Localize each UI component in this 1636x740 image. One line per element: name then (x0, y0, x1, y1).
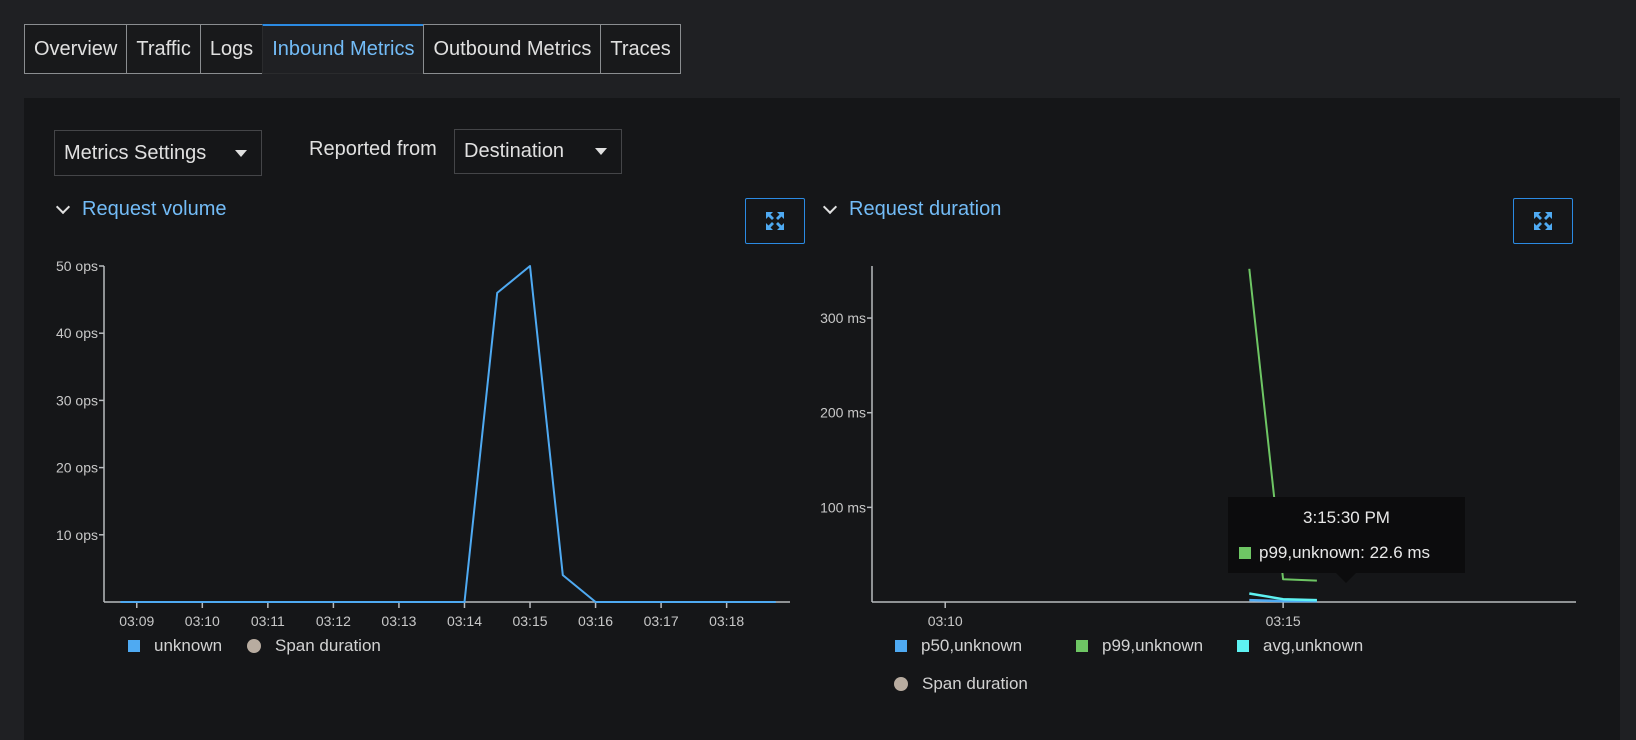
tab-traffic[interactable]: Traffic (126, 24, 201, 74)
legend-square-marker (1237, 640, 1249, 652)
reported-from-select[interactable]: Destination (454, 129, 622, 174)
tooltip-row: p99,unknown: 22.6 ms (1239, 543, 1430, 563)
tooltip-value: p99,unknown: 22.6 ms (1259, 543, 1431, 562)
request-duration-toggle[interactable]: Request duration (822, 198, 1002, 221)
tab-inbound-metrics[interactable]: Inbound Metrics (262, 24, 425, 74)
legend-item-span-duration[interactable]: Span duration (247, 636, 381, 656)
tooltip-time: 3:15:30 PM (1303, 508, 1390, 527)
tab-logs[interactable]: Logs (199, 24, 264, 74)
chart-tooltip: 3:15:30 PM p99,unknown: 22.6 ms (1228, 497, 1465, 583)
request-duration-title: Request duration (849, 198, 1002, 220)
legend-label: Span duration (275, 636, 381, 655)
expand-icon (1534, 212, 1552, 230)
request-volume-title: Request volume (82, 198, 227, 220)
caret-down-icon (595, 148, 607, 155)
legend-label: p50,unknown (921, 636, 1023, 655)
legend-label: Span duration (922, 674, 1028, 693)
chevron-down-icon (822, 199, 838, 215)
expand-request-volume-button[interactable] (745, 198, 805, 244)
tooltip-square-marker (1239, 547, 1251, 559)
legend-item-avg-unknown[interactable]: avg,unknown (1237, 636, 1363, 656)
tab-bar: Overview Traffic Logs Inbound Metrics Ou… (24, 24, 681, 74)
legend-item-p99-unknown[interactable]: p99,unknown (1076, 636, 1203, 656)
reported-from-label: Reported from (309, 138, 437, 160)
chevron-down-icon (55, 199, 71, 215)
legend-square-marker (128, 640, 140, 652)
legend-square-marker (1076, 640, 1088, 652)
metrics-settings-dropdown[interactable]: Metrics Settings (54, 130, 262, 176)
caret-down-icon (235, 149, 247, 157)
legend-circle-marker (247, 639, 261, 653)
legend-item-unknown[interactable]: unknown (128, 636, 222, 656)
tab-outbound-metrics[interactable]: Outbound Metrics (423, 24, 602, 74)
reported-from-value: Destination (464, 140, 565, 162)
legend-item-span-duration-2[interactable]: Span duration (894, 674, 1028, 694)
legend-square-marker (895, 640, 907, 652)
expand-icon (766, 212, 784, 230)
legend-item-p50-unknown[interactable]: p50,unknown (895, 636, 1022, 656)
request-volume-toggle[interactable]: Request volume (55, 198, 227, 221)
legend-label: unknown (154, 636, 223, 655)
tooltip-pointer (1336, 573, 1356, 583)
legend-circle-marker (894, 677, 908, 691)
expand-request-duration-button[interactable] (1513, 198, 1573, 244)
legend-label: avg,unknown (1263, 636, 1364, 655)
metrics-settings-label: Metrics Settings (64, 141, 207, 164)
tab-overview[interactable]: Overview (24, 24, 128, 74)
tab-traces[interactable]: Traces (600, 24, 681, 74)
legend-label: p99,unknown (1102, 636, 1204, 655)
